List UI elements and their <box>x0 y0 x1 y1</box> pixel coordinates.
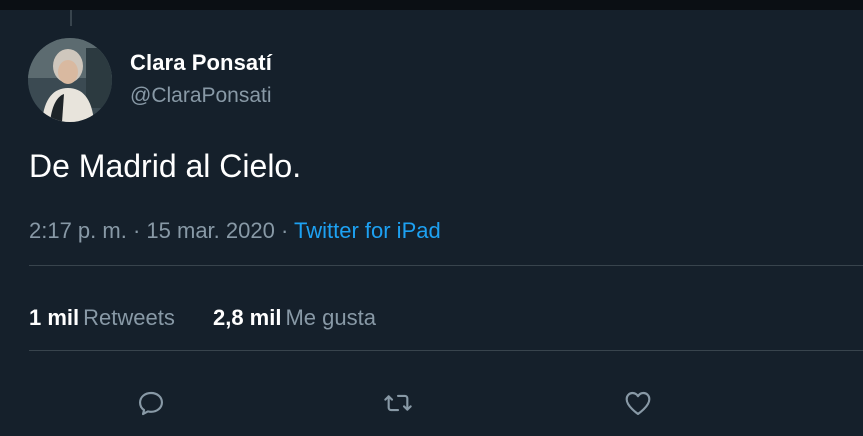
divider <box>29 350 863 351</box>
likes-label: Me gusta <box>285 305 376 330</box>
reply-button[interactable] <box>133 385 169 421</box>
likes-stat[interactable]: 2,8 mil Me gusta <box>213 305 376 331</box>
tweet-time[interactable]: 2:17 p. m. <box>29 218 127 243</box>
tweet-source-link[interactable]: Twitter for iPad <box>294 218 441 243</box>
retweets-label: Retweets <box>83 305 175 330</box>
avatar-image <box>28 38 112 122</box>
display-name[interactable]: Clara Ponsatí <box>130 50 272 76</box>
thread-connector-line <box>70 10 72 26</box>
page: Clara Ponsatí @ClaraPonsati De Madrid al… <box>0 0 863 436</box>
tweet-stats: 1 mil Retweets 2,8 mil Me gusta <box>29 305 408 331</box>
meta-separator: · <box>126 218 147 243</box>
avatar[interactable] <box>28 38 112 122</box>
like-button[interactable] <box>620 385 656 421</box>
meta-separator: · <box>274 218 294 243</box>
likes-count: 2,8 mil <box>212 305 282 330</box>
user-handle[interactable]: @ClaraPonsati <box>130 84 272 108</box>
retweets-count: 1 mil <box>29 305 80 330</box>
heart-icon <box>625 391 651 415</box>
tweet-meta: 2:17 p. m. · 15 mar. 2020 · Twitter for … <box>29 218 441 244</box>
reply-icon <box>139 391 163 416</box>
divider <box>29 265 863 266</box>
retweet-button[interactable] <box>380 385 416 421</box>
tweet-text: De Madrid al Cielo. <box>29 148 302 184</box>
retweet-icon <box>384 394 412 412</box>
retweets-stat[interactable]: 1 mil Retweets <box>29 305 175 331</box>
tweet-date[interactable]: 15 mar. 2020 <box>146 218 274 243</box>
tweet-card: Clara Ponsatí @ClaraPonsati De Madrid al… <box>0 10 863 436</box>
